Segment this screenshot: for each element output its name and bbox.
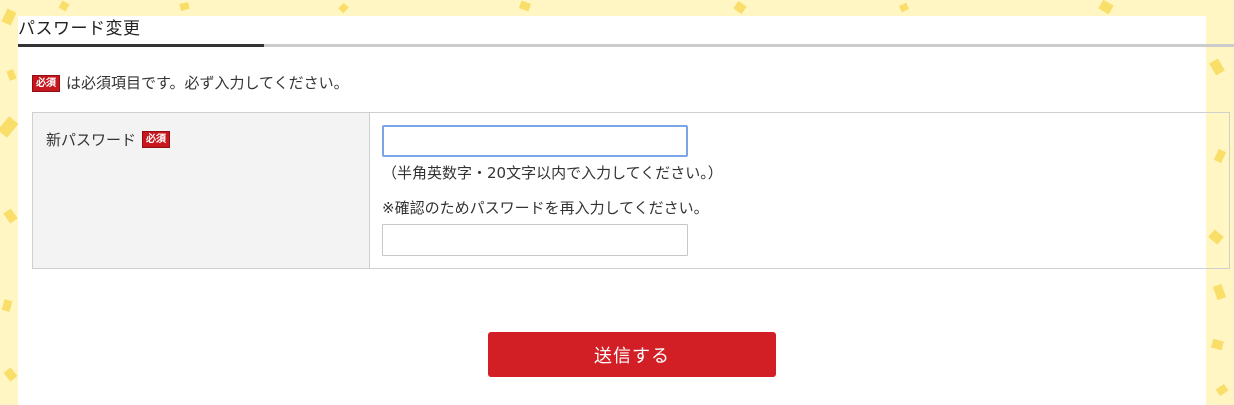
confetti-piece (6, 69, 17, 81)
confetti-piece (1098, 0, 1114, 15)
new-password-label-cell: 新パスワード 必須 (33, 113, 370, 268)
new-password-label: 新パスワード (46, 131, 137, 149)
password-change-panel: パスワード変更 必須 は必須項目です。必ず入力してください。 新パスワード 必須… (18, 16, 1234, 405)
confetti-piece (179, 1, 190, 12)
new-password-input[interactable] (382, 125, 688, 157)
confetti-piece (3, 367, 18, 382)
required-badge: 必須 (142, 131, 171, 148)
required-badge: 必須 (32, 74, 60, 92)
confetti-piece (1, 8, 17, 26)
password-form-table: 新パスワード 必須 （半角英数字・20文字以内で入力してください。） ※確認のた… (32, 112, 1230, 269)
confetti-piece (0, 116, 19, 138)
submit-button[interactable]: 送信する (488, 332, 776, 377)
page-title: パスワード変更 (18, 19, 141, 39)
confetti-piece (1209, 58, 1225, 76)
password-hint: （半角英数字・20文字以内で入力してください。） (382, 164, 723, 182)
confetti-piece (898, 2, 910, 13)
confetti-piece (1215, 383, 1229, 397)
confetti-piece (1, 299, 13, 312)
confirm-password-note: ※確認のためパスワードを再入力してください。 (382, 199, 709, 217)
confetti-piece (1212, 283, 1227, 301)
required-notice-text: は必須項目です。必ず入力してください。 (66, 74, 349, 92)
confetti-piece (58, 0, 70, 12)
confetti-piece (518, 0, 532, 12)
title-divider-accent (18, 44, 264, 47)
required-notice: 必須 は必須項目です。必ず入力してください。 (32, 73, 349, 93)
new-password-value-cell: （半角英数字・20文字以内で入力してください。） ※確認のためパスワードを再入力… (370, 113, 1229, 268)
confetti-piece (3, 208, 18, 224)
confirm-password-input[interactable] (382, 224, 688, 256)
confetti-piece (733, 0, 747, 15)
confetti-piece (1211, 338, 1224, 351)
confetti-piece (338, 2, 349, 14)
